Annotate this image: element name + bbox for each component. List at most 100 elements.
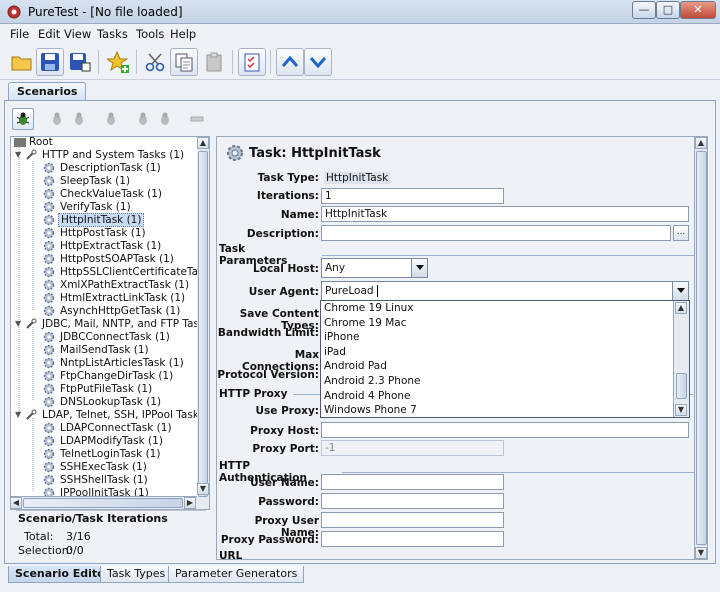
tree-group[interactable]: ▼ LDAP, Telnet, SSH, IPPool Tasks (: [15, 408, 208, 421]
tree-item[interactable]: DNSLookupTask (1): [43, 395, 163, 408]
local-host-combo[interactable]: Any: [321, 258, 428, 278]
tree-item[interactable]: HttpPostSOAPTask (1): [43, 252, 176, 265]
dropdown-option[interactable]: Android 4 Phone: [321, 389, 673, 404]
dropdown-option[interactable]: Android Pad: [321, 359, 673, 374]
tree-item[interactable]: VerifyTask (1): [43, 200, 133, 213]
dropdown-option[interactable]: Windows Phone 7: [321, 403, 673, 417]
menu-tools[interactable]: Tools: [136, 27, 164, 41]
description-edit-button[interactable]: ...: [673, 225, 689, 241]
scroll-down-icon[interactable]: ▼: [675, 404, 687, 416]
tree-item[interactable]: TelnetLoginTask (1): [43, 447, 162, 460]
tree-item[interactable]: SleepTask (1): [43, 174, 132, 187]
expander-icon[interactable]: ▼: [15, 150, 25, 159]
task-vertical-scrollbar[interactable]: ▲ ▼: [694, 136, 708, 560]
tree-item[interactable]: HttpSSLClientCertificateTask (: [43, 265, 208, 278]
tree-item[interactable]: MailSendTask (1): [43, 343, 151, 356]
bug-remove-button[interactable]: [68, 108, 90, 130]
close-button[interactable]: ✕: [680, 1, 716, 19]
bug-add-button[interactable]: [46, 108, 68, 130]
proxy-port-field[interactable]: -1: [321, 440, 504, 456]
bug-edit-button[interactable]: [100, 108, 122, 130]
menu-edit[interactable]: Edit: [38, 27, 60, 41]
dropdown-option[interactable]: Chrome 19 Linux: [321, 301, 673, 316]
menu-help[interactable]: Help: [170, 27, 196, 41]
scroll-left-icon[interactable]: ◀: [10, 497, 22, 509]
dropdown-option[interactable]: iPhone: [321, 330, 673, 345]
minimize-button[interactable]: —: [632, 1, 656, 19]
tree-item[interactable]: FtpPutFileTask (1): [43, 382, 154, 395]
chevron-down-icon[interactable]: [672, 282, 688, 300]
tree-group[interactable]: ▼ HTTP and System Tasks (1): [15, 148, 186, 161]
scenario-tree[interactable]: Root ▼ HTTP and System Tasks (1) Descripti…: [10, 136, 209, 510]
tree-item[interactable]: LDAPConnectTask (1): [43, 421, 174, 434]
tree-scroll-thumb[interactable]: [198, 151, 208, 497]
user-name-field[interactable]: [321, 474, 504, 490]
tree-item[interactable]: XmlXPathExtractTask (1): [43, 278, 191, 291]
tab-task-types[interactable]: Task Types: [100, 566, 173, 583]
validate-button[interactable]: [238, 48, 266, 76]
scroll-down-icon[interactable]: ▼: [197, 483, 209, 495]
bug-step-button[interactable]: [132, 108, 154, 130]
expander-icon[interactable]: ▼: [15, 410, 25, 419]
scroll-right-icon[interactable]: ▶: [184, 497, 196, 509]
dropdown-scroll-thumb[interactable]: [676, 373, 687, 399]
tab-scenarios[interactable]: Scenarios: [8, 82, 87, 100]
expander-icon[interactable]: ▼: [15, 319, 25, 328]
task-scroll-thumb[interactable]: [696, 151, 707, 545]
add-task-button[interactable]: [104, 48, 132, 76]
tree-item[interactable]: SSHExecTask (1): [43, 460, 149, 473]
user-agent-dropdown-list[interactable]: Chrome 19 Linux Chrome 19 Mac iPhone iPad An…: [320, 300, 690, 418]
dropdown-option[interactable]: Chrome 19 Mac: [321, 316, 673, 331]
tree-item[interactable]: JDBCConnectTask (1): [43, 330, 172, 343]
cut-button[interactable]: [142, 48, 170, 76]
tree-item[interactable]: DescriptionTask (1): [43, 161, 163, 174]
proxy-user-field[interactable]: [321, 512, 504, 528]
menu-tasks[interactable]: Tasks: [97, 27, 128, 41]
proxy-host-field[interactable]: [321, 422, 689, 438]
task-title: Task: HttpInitTask: [249, 145, 381, 161]
tree-item[interactable]: NntpListArticlesTask (1): [43, 356, 186, 369]
tree-item[interactable]: HtmlExtractLinkTask (1): [43, 291, 187, 304]
chevron-down-icon[interactable]: [411, 259, 427, 277]
scroll-up-icon[interactable]: ▲: [695, 137, 707, 149]
copy-button[interactable]: [170, 48, 198, 76]
dropdown-scrollbar[interactable]: ▲ ▼: [673, 301, 689, 417]
open-button[interactable]: [8, 48, 36, 76]
paste-button[interactable]: [200, 48, 228, 76]
tree-group[interactable]: ▼ JDBC, Mail, NNTP, and FTP Tasks: [15, 317, 208, 330]
tree-root[interactable]: Root: [13, 137, 55, 148]
menu-view[interactable]: View: [64, 27, 91, 41]
tree-item[interactable]: HttpExtractTask (1): [43, 239, 163, 252]
save-button[interactable]: [36, 48, 64, 76]
move-down-button[interactable]: [304, 48, 332, 76]
tree-vertical-scrollbar[interactable]: ▲ ▼: [197, 136, 210, 510]
tree-item[interactable]: LDAPModifyTask (1): [43, 434, 165, 447]
tree-item[interactable]: HttpInitTask (1): [43, 212, 145, 227]
clear-button[interactable]: [186, 108, 208, 130]
user-agent-combo[interactable]: PureLoad: [321, 281, 689, 301]
maximize-button[interactable]: □: [656, 1, 680, 19]
tree-item[interactable]: AsynchHttpGetTask (1): [43, 304, 182, 317]
scroll-up-icon[interactable]: ▲: [197, 137, 209, 149]
proxy-password-field[interactable]: [321, 531, 504, 547]
description-field[interactable]: [321, 225, 671, 241]
scroll-up-icon[interactable]: ▲: [675, 302, 687, 314]
tab-parameter-generators[interactable]: Parameter Generators: [168, 566, 305, 583]
save-as-button[interactable]: [66, 48, 94, 76]
tree-item[interactable]: SSHShellTask (1): [43, 473, 150, 486]
tree-hscroll-thumb[interactable]: [23, 498, 183, 508]
tree-item[interactable]: FtpChangeDirTask (1): [43, 369, 175, 382]
iterations-field[interactable]: 1: [321, 188, 504, 204]
tree-item[interactable]: HttpPostTask (1): [43, 226, 148, 239]
dropdown-option[interactable]: Android 2.3 Phone: [321, 374, 673, 389]
move-up-button[interactable]: [276, 48, 304, 76]
bug-stop-button[interactable]: [154, 108, 176, 130]
tree-item[interactable]: CheckValueTask (1): [43, 187, 164, 200]
bug-button[interactable]: [12, 108, 34, 130]
tree-horizontal-scrollbar[interactable]: ◀ ▶: [10, 496, 197, 509]
password-field[interactable]: [321, 493, 504, 509]
menu-file[interactable]: File: [10, 27, 29, 41]
scroll-down-icon[interactable]: ▼: [695, 547, 707, 559]
dropdown-option[interactable]: iPad: [321, 345, 673, 360]
name-field[interactable]: HttpInitTask: [321, 206, 689, 222]
